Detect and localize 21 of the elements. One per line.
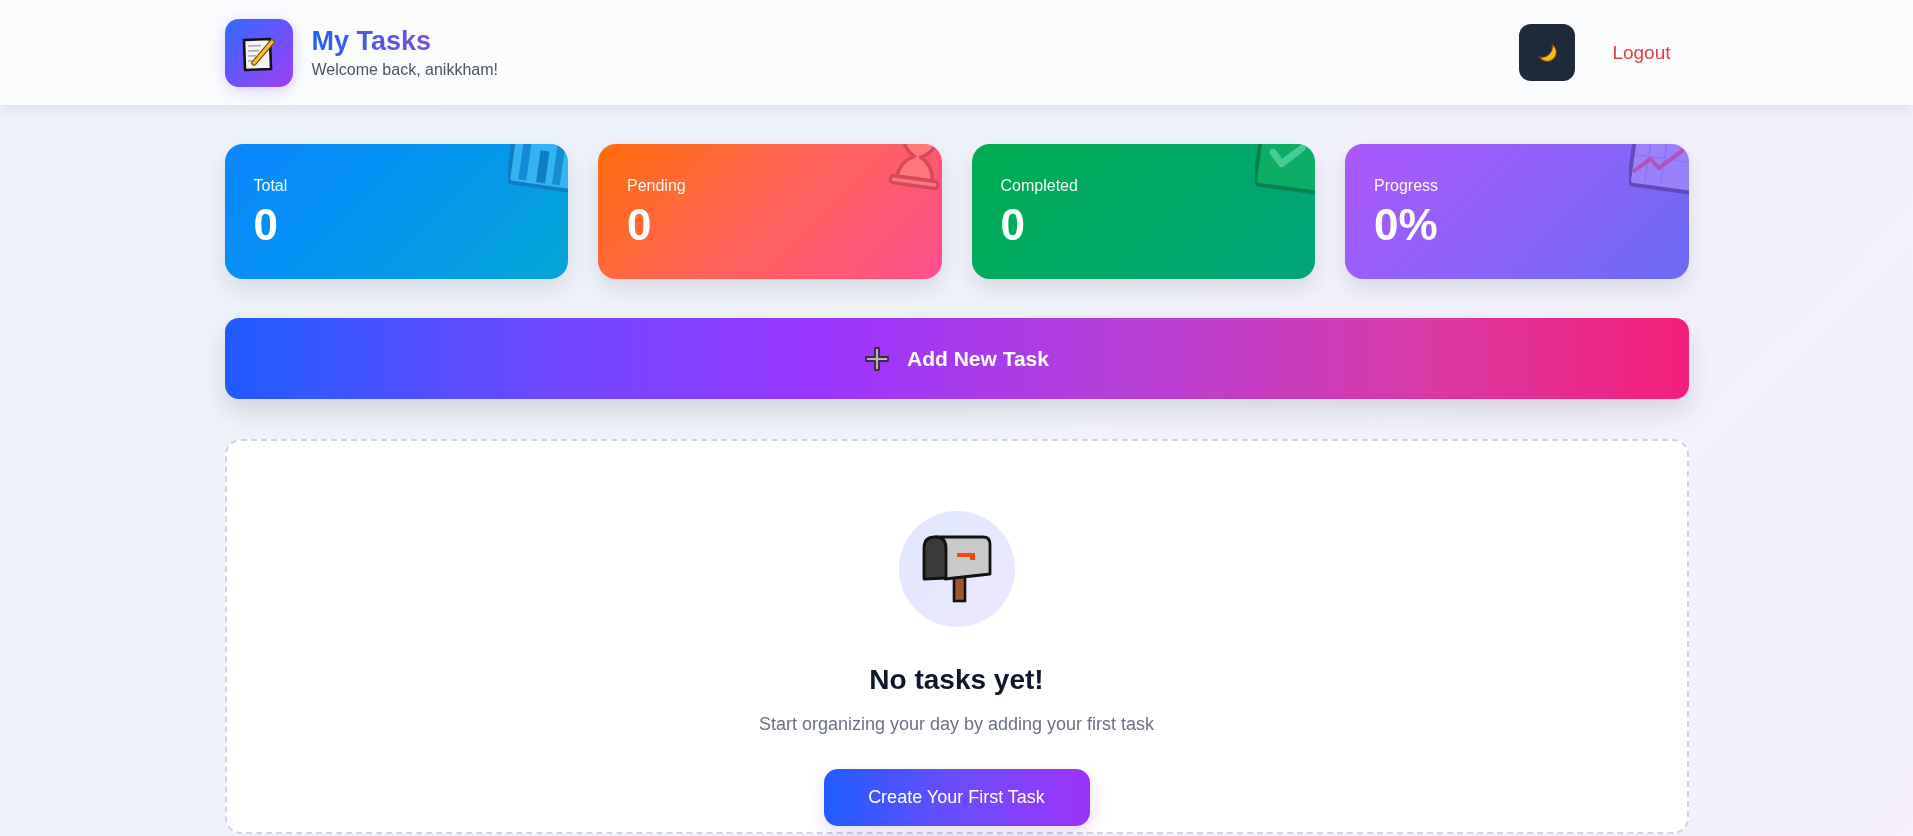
logout-button[interactable]: Logout [1596,33,1689,72]
empty-state-message: Start organizing your day by adding your first task [758,713,1155,736]
empty-state-title: No tasks yet! [869,663,1044,697]
stat-value: 0 [627,203,652,247]
create-task-button[interactable]: Create Your First Task [823,769,1090,826]
theme-toggle-button[interactable] [1519,24,1576,81]
stat-label: Completed [1000,177,1078,195]
add-task-button[interactable]: Add New Task [224,318,1689,399]
stat-value: 0 [253,203,278,247]
stat-value: 0% [1374,203,1438,247]
check-box-icon [1255,144,1315,196]
plus-icon [864,345,890,372]
line-chart-icon [1628,144,1689,196]
welcome-text: Welcome back, anikkham! [311,60,498,80]
mailbox-icon [898,511,1015,627]
stat-label: Progress [1374,177,1439,195]
stat-value: 0 [1000,203,1025,247]
stat-label: Total [253,177,288,195]
notepad-icon [224,18,293,87]
moon-icon [1537,43,1557,62]
stat-label: Pending [627,177,686,195]
